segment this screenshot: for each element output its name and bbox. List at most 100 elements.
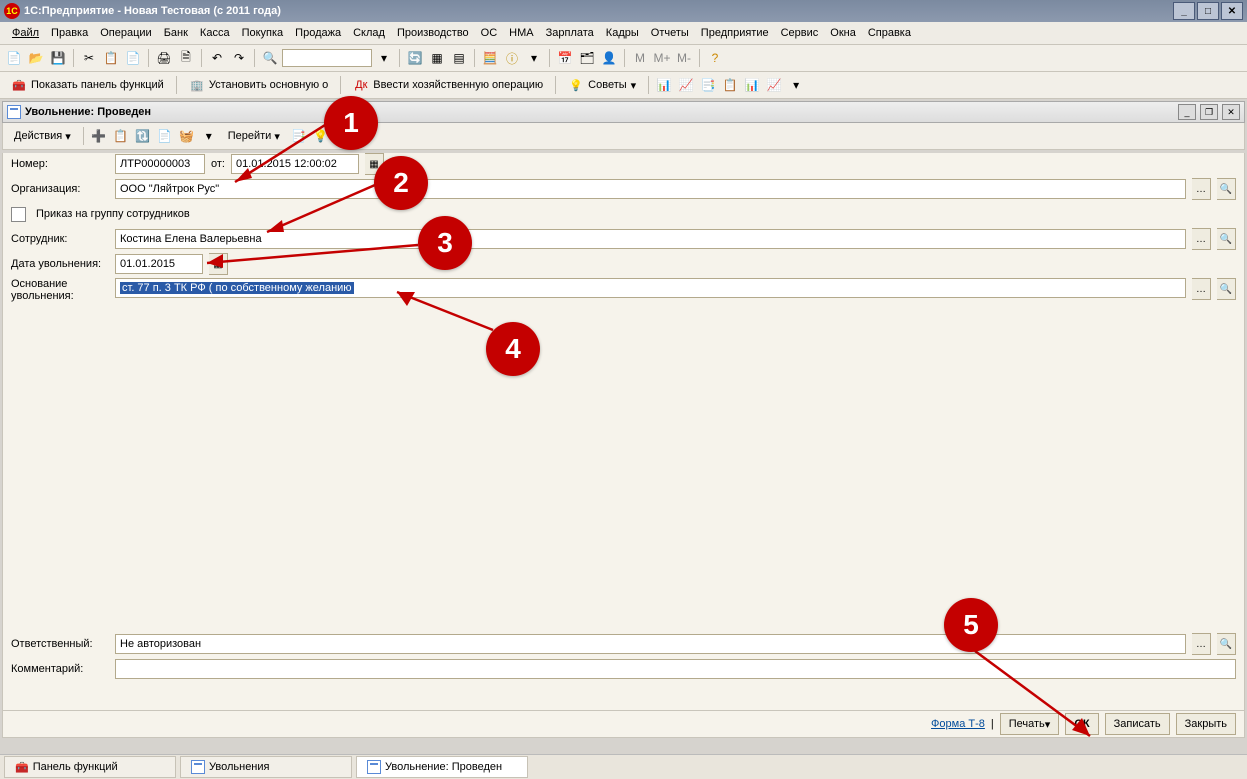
separator — [555, 76, 556, 94]
enter-op-label: Ввести хозяйственную операцию — [373, 79, 543, 91]
copy-icon[interactable]: 📋 — [101, 48, 121, 68]
tips-button[interactable]: 💡Советы▾ — [561, 74, 643, 96]
undo-icon[interactable]: ↶ — [207, 48, 227, 68]
set-main-org-button[interactable]: 🏢Установить основную о — [182, 74, 335, 96]
group-order-checkbox[interactable] — [11, 207, 26, 222]
grid-icon[interactable]: ▤ — [449, 48, 469, 68]
employee-search-button[interactable]: 🔍 — [1217, 228, 1236, 250]
read-icon[interactable]: 📄 — [155, 126, 175, 146]
reason-select-button[interactable]: … — [1192, 278, 1211, 300]
report6b-icon[interactable]: ▾ — [786, 75, 806, 95]
preview-icon[interactable]: 🗎 — [176, 48, 196, 68]
menu-bank[interactable]: Банк — [158, 27, 194, 39]
print-button[interactable]: Печать ▾ — [1000, 713, 1060, 735]
copy-doc-icon[interactable]: 📋 — [111, 126, 131, 146]
save-button[interactable]: Записать — [1105, 713, 1170, 735]
enter-operation-button[interactable]: ДкВвести хозяйственную операцию — [346, 74, 550, 96]
menu-purchase[interactable]: Покупка — [236, 27, 290, 39]
report2-icon[interactable]: 📈 — [676, 75, 696, 95]
doc-minimize-button[interactable]: _ — [1178, 104, 1196, 120]
menu-os[interactable]: ОС — [475, 27, 504, 39]
menu-warehouse[interactable]: Склад — [347, 27, 391, 39]
close-button[interactable]: ✕ — [1221, 2, 1243, 20]
print-icon[interactable]: 🖨 — [154, 48, 174, 68]
calc-icon[interactable]: 🧮 — [480, 48, 500, 68]
menu-enterprise[interactable]: Предприятие — [695, 27, 775, 39]
report3-icon[interactable]: 📑 — [698, 75, 718, 95]
menu-nma[interactable]: НМА — [503, 27, 539, 39]
dropdown-icon[interactable]: ▾ — [374, 48, 394, 68]
search-icon[interactable]: 🔍 — [260, 48, 280, 68]
fire-date-field[interactable]: 01.01.2015 — [115, 254, 203, 274]
mem-m[interactable]: М — [630, 48, 650, 68]
paste-icon[interactable]: 📄 — [123, 48, 143, 68]
report6-icon[interactable]: 📈 — [764, 75, 784, 95]
fire-date-calendar-button[interactable]: ▦ — [209, 253, 228, 275]
open-icon[interactable]: 📂 — [26, 48, 46, 68]
search-box[interactable] — [282, 49, 372, 67]
doc-close-button[interactable]: ✕ — [1222, 104, 1240, 120]
org-search-button[interactable]: 🔍 — [1217, 178, 1236, 200]
menu-reports[interactable]: Отчеты — [645, 27, 695, 39]
save-icon[interactable]: 💾 — [48, 48, 68, 68]
task-document[interactable]: Увольнение: Проведен — [356, 756, 528, 778]
actions-button[interactable]: Действия▾ — [7, 125, 78, 147]
report1-icon[interactable]: 📊 — [654, 75, 674, 95]
menu-cash[interactable]: Касса — [194, 27, 236, 39]
redo-icon[interactable]: ↷ — [229, 48, 249, 68]
mem-mminus[interactable]: М- — [674, 48, 694, 68]
menu-edit[interactable]: Правка — [45, 27, 94, 39]
goto-button[interactable]: Перейти▾ — [221, 125, 287, 147]
show-panel-button[interactable]: 🧰Показать панель функций — [4, 74, 171, 96]
responsible-select-button[interactable]: … — [1192, 633, 1211, 655]
help-icon[interactable]: ? — [705, 48, 725, 68]
cut-icon[interactable]: ✂ — [79, 48, 99, 68]
employee-field[interactable]: Костина Елена Валерьевна — [115, 229, 1186, 249]
form-t8-link[interactable]: Форма Т-8 — [931, 718, 985, 730]
minimize-button[interactable]: _ — [1173, 2, 1195, 20]
menu-operations[interactable]: Операции — [94, 27, 157, 39]
responsible-search-button[interactable]: 🔍 — [1217, 633, 1236, 655]
menu-production[interactable]: Производство — [391, 27, 475, 39]
org-select-button[interactable]: … — [1192, 178, 1211, 200]
list-icon[interactable]: 📑 — [289, 126, 309, 146]
user-icon[interactable]: 👤 — [599, 48, 619, 68]
menu-windows[interactable]: Окна — [824, 27, 862, 39]
basket-icon[interactable]: 🧺 — [177, 126, 197, 146]
report4-icon[interactable]: 📋 — [720, 75, 740, 95]
close-form-button[interactable]: Закрыть — [1176, 713, 1236, 735]
org-field[interactable]: ООО "Ляйтрок Рус" — [115, 179, 1186, 199]
menu-salary[interactable]: Зарплата — [540, 27, 600, 39]
calc2-icon[interactable]: 🗂 — [577, 48, 597, 68]
menu-file[interactable]: Файл — [6, 27, 45, 39]
comment-field[interactable] — [115, 659, 1236, 679]
report5-icon[interactable]: 📊 — [742, 75, 762, 95]
table-icon[interactable]: ▦ — [427, 48, 447, 68]
mem-mplus[interactable]: М+ — [652, 48, 672, 68]
maximize-button[interactable]: □ — [1197, 2, 1219, 20]
refresh-doc-icon[interactable]: 🔃 — [133, 126, 153, 146]
info-drop-icon[interactable]: ▾ — [524, 48, 544, 68]
calendar-icon[interactable]: 📅 — [555, 48, 575, 68]
task-panel[interactable]: 🧰Панель функций — [4, 756, 176, 778]
refresh-icon[interactable]: 🔄 — [405, 48, 425, 68]
ok-button[interactable]: ОК — [1065, 713, 1098, 735]
task-list[interactable]: Увольнения — [180, 756, 352, 778]
doc-restore-button[interactable]: ❐ — [1200, 104, 1218, 120]
reason-field[interactable]: ст. 77 п. 3 ТК РФ ( по собственному жела… — [115, 278, 1186, 298]
post2-drop-icon[interactable]: ▾ — [199, 126, 219, 146]
info-icon[interactable]: ⓘ — [502, 48, 522, 68]
new-icon[interactable]: 📄 — [4, 48, 24, 68]
datetime-field[interactable]: 01.01.2015 12:00:02 — [231, 154, 359, 174]
menu-help[interactable]: Справка — [862, 27, 917, 39]
responsible-field[interactable]: Не авторизован — [115, 634, 1186, 654]
menu-sale[interactable]: Продажа — [289, 27, 347, 39]
employee-select-button[interactable]: … — [1192, 228, 1211, 250]
menu-hr[interactable]: Кадры — [600, 27, 645, 39]
set-main-label: Установить основную о — [209, 79, 328, 91]
menu-service[interactable]: Сервис — [775, 27, 825, 39]
taskbar: 🧰Панель функций Увольнения Увольнение: П… — [0, 754, 1247, 779]
post-icon[interactable]: ➕ — [89, 126, 109, 146]
number-field[interactable]: ЛТР00000003 — [115, 154, 205, 174]
reason-search-button[interactable]: 🔍 — [1217, 278, 1236, 300]
